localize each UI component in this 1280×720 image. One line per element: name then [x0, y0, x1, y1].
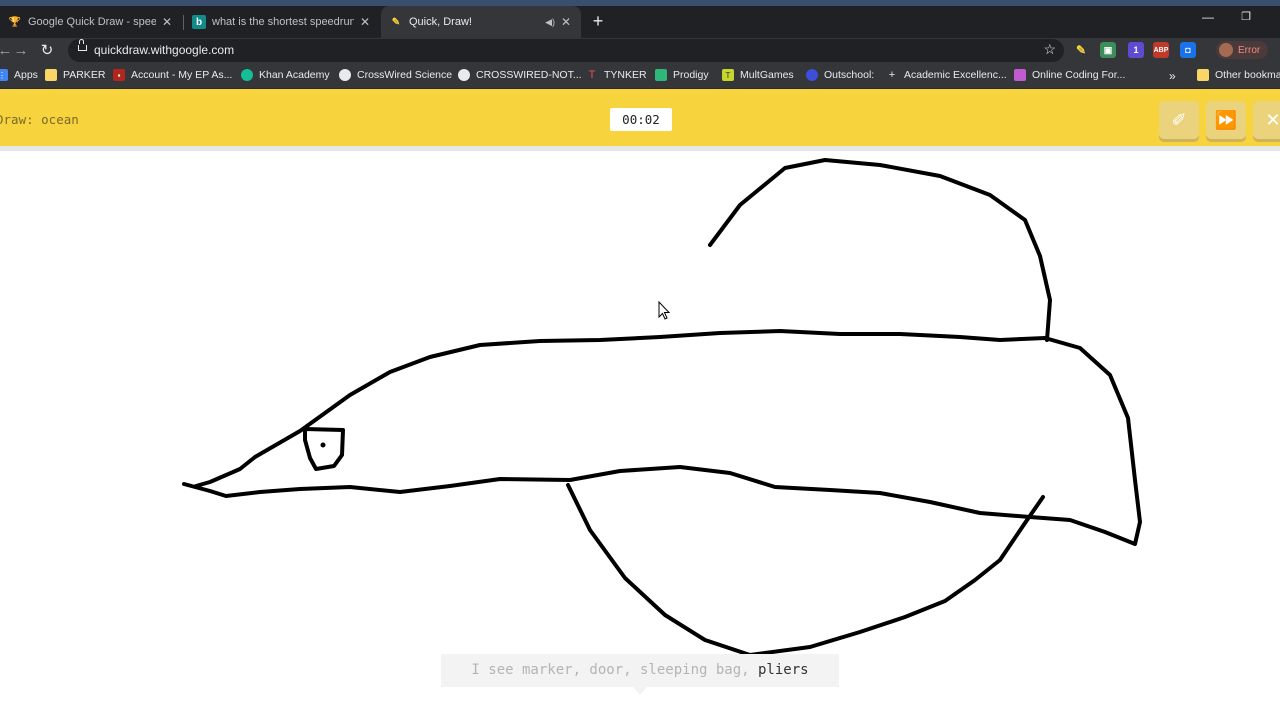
bookmark-label: Khan Academy	[259, 69, 330, 81]
fish-eye-pupil	[320, 442, 326, 448]
eraser-icon: ✐	[1171, 109, 1187, 130]
close-tab-icon[interactable]: ✕	[559, 15, 573, 29]
tab-title: what is the shortest speedrun - B	[212, 16, 354, 28]
mouse-cursor-icon	[658, 300, 671, 320]
close-icon: ✕	[1265, 109, 1280, 130]
tab-bing-search[interactable]: b what is the shortest speedrun - B ✕	[184, 6, 380, 38]
bookmark-label: Outschool:	[824, 69, 875, 81]
bookmark-crosswired-science[interactable]: CrossWired Science	[339, 69, 452, 81]
forward-arrow-icon[interactable]: →	[12, 42, 30, 60]
latest-guess-word: pliers	[758, 662, 809, 678]
speaker-icon[interactable]: ◀)	[545, 17, 555, 28]
bookmark-label: MultGames	[740, 69, 794, 81]
close-game-button[interactable]: ✕	[1253, 101, 1280, 139]
plus-icon: +	[888, 69, 896, 81]
fish-eye-outline-stroke	[303, 427, 345, 471]
bookmark-tynker[interactable]: T TYNKER	[586, 69, 647, 81]
bookmark-label: Other bookma	[1215, 69, 1280, 81]
minimize-icon[interactable]: —	[1198, 10, 1218, 24]
ai-guess-bubble: I see marker, door, sleeping bag, pliers	[441, 654, 839, 695]
lock-icon	[78, 39, 87, 51]
globe-icon	[458, 69, 470, 81]
tab-strip: 🏆 Google Quick Draw - speedrun.co ✕ b wh…	[0, 6, 1280, 38]
bookmark-label: Academic Excellenc...	[904, 69, 1007, 81]
adblock-plus-icon[interactable]: ABP	[1153, 42, 1169, 58]
khan-academy-icon	[241, 69, 253, 81]
new-tab-button[interactable]: +	[588, 12, 608, 32]
tynker-icon: T	[588, 69, 596, 81]
close-tab-icon[interactable]: ✕	[358, 15, 372, 29]
tab-quick-draw[interactable]: ✎ Quick, Draw! ◀) ✕	[381, 6, 581, 38]
bookmark-crosswired-not[interactable]: CROSSWIRED-NOT...	[458, 69, 582, 81]
bookmark-multgames[interactable]: T MultGames	[722, 69, 794, 81]
bookmark-label: Prodigy	[673, 69, 709, 81]
crosswired-icon	[339, 69, 351, 81]
quickdraw-icon: ✎	[391, 16, 401, 28]
apps-grid-icon: ⋮	[0, 69, 8, 81]
prodigy-icon	[655, 69, 667, 81]
tab-title: Google Quick Draw - speedrun.co	[28, 16, 156, 28]
bookmark-label: TYNKER	[604, 69, 647, 81]
bookmark-star-icon[interactable]: ☆	[1043, 41, 1056, 58]
tab-title: Quick, Draw!	[409, 16, 472, 28]
countdown-timer: 00:02	[610, 108, 672, 131]
extension-square-icon[interactable]: ◘	[1180, 42, 1196, 58]
speedrun-trophy-icon: 🏆	[8, 16, 22, 28]
guess-text: I see marker, door, sleeping bag,	[471, 662, 758, 678]
outschool-icon	[806, 69, 818, 81]
multgames-icon: T	[722, 69, 734, 81]
bookmark-label: PARKER	[63, 69, 106, 81]
bookmark-khan-academy[interactable]: Khan Academy	[241, 69, 330, 81]
draw-prompt: Draw: ocean	[0, 112, 79, 127]
folder-icon	[1197, 69, 1209, 81]
bookmark-account[interactable]: ▪ Account - My EP As...	[113, 69, 232, 81]
bookmark-apps[interactable]: ⋮ Apps	[0, 69, 38, 81]
game-header: Draw: ocean 00:02 ✐ ⏩ ✕	[0, 89, 1280, 146]
screenshot-extension-icon[interactable]: ▣	[1100, 42, 1116, 58]
reload-icon[interactable]: ↻	[38, 42, 56, 60]
address-bar[interactable]: quickdraw.withgoogle.com ☆	[68, 39, 1064, 62]
fish-dorsal-fin-stroke	[708, 158, 1052, 342]
tab-speedrun[interactable]: 🏆 Google Quick Draw - speedrun.co ✕	[0, 6, 182, 38]
bookmark-prodigy[interactable]: Prodigy	[655, 69, 709, 81]
bookmarks-bar: ⋮ Apps PARKER ▪ Account - My EP As... Kh…	[0, 63, 1280, 89]
close-tab-icon[interactable]: ✕	[160, 15, 174, 29]
skip-button[interactable]: ⏩	[1206, 101, 1246, 139]
pencil-extension-icon[interactable]: ✎	[1073, 42, 1089, 58]
bookmark-label: Online Coding For...	[1032, 69, 1126, 81]
restore-icon[interactable]: ❐	[1236, 10, 1256, 23]
bookmark-label: CROSSWIRED-NOT...	[476, 69, 582, 81]
bookmark-other-bookmarks[interactable]: Other bookma	[1197, 69, 1280, 81]
bing-icon: b	[192, 15, 206, 29]
avatar	[1219, 43, 1233, 57]
skip-forward-icon: ⏩	[1214, 109, 1238, 130]
bookmark-academic-excellence[interactable]: + Academic Excellenc...	[886, 69, 1007, 81]
profile-button[interactable]: Error	[1216, 41, 1268, 59]
coding-icon	[1014, 69, 1026, 81]
fish-body-stroke	[182, 329, 1142, 546]
bookmark-outschool[interactable]: Outschool:	[806, 69, 874, 81]
bookmark-label: Apps	[14, 69, 38, 81]
extension-badge-icon[interactable]: 1	[1128, 42, 1144, 58]
bookmark-label: CrossWired Science	[357, 69, 453, 81]
url-text: quickdraw.withgoogle.com	[94, 43, 235, 57]
bookmark-parker[interactable]: PARKER	[45, 69, 105, 81]
more-bookmarks-chevron-icon[interactable]: »	[1169, 69, 1176, 83]
bookmark-online-coding[interactable]: Online Coding For...	[1014, 69, 1125, 81]
folder-icon	[45, 69, 57, 81]
drawing-canvas[interactable]	[0, 151, 1280, 720]
account-icon: ▪	[113, 69, 125, 81]
profile-error-label: Error	[1238, 44, 1261, 56]
clear-canvas-button[interactable]: ✐	[1159, 101, 1199, 139]
bookmark-label: Account - My EP As...	[131, 69, 233, 81]
